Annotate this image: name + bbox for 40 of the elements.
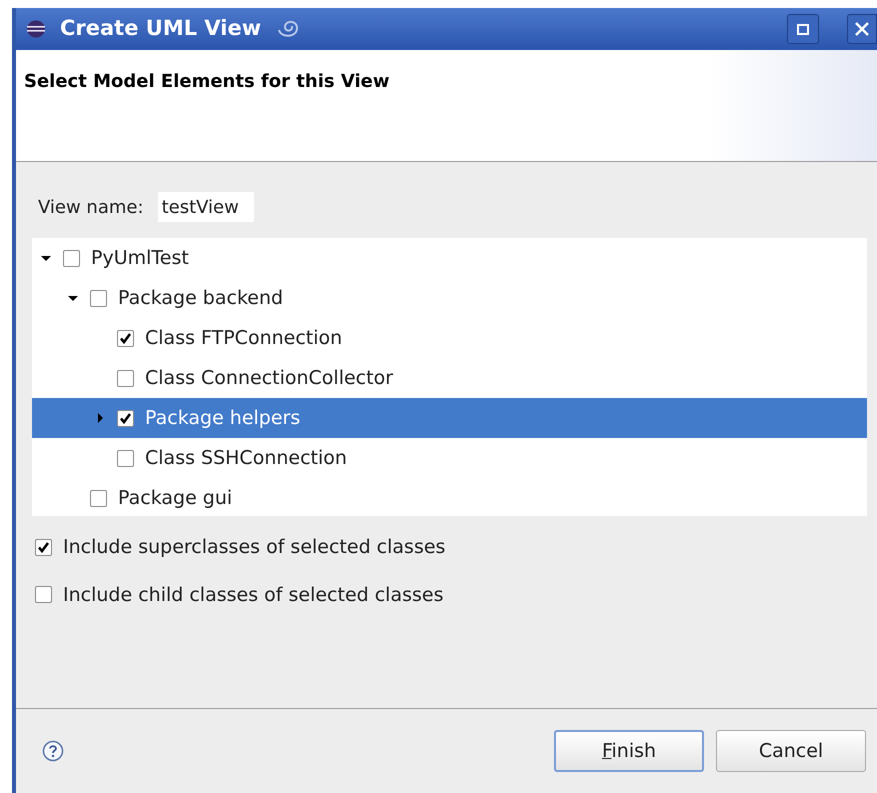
tree-row[interactable]: Package helpers — [32, 398, 867, 438]
help-icon[interactable] — [42, 740, 64, 762]
close-button[interactable] — [847, 14, 877, 44]
checkbox[interactable] — [90, 290, 107, 306]
tree-item-label: Package gui — [118, 486, 232, 511]
tree-item-label: Package helpers — [145, 406, 300, 431]
checkbox[interactable] — [117, 370, 134, 386]
checkbox[interactable] — [35, 586, 52, 604]
maximize-icon — [797, 24, 809, 34]
checkbox[interactable] — [35, 538, 52, 556]
tree-row[interactable]: Class SSHConnection — [32, 438, 867, 478]
expanded-arrow-icon[interactable] — [41, 253, 51, 263]
option-label: Include superclasses of selected classes — [63, 535, 446, 560]
collapsed-arrow-icon[interactable] — [95, 413, 105, 423]
header-title: Select Model Elements for this View — [24, 71, 390, 92]
finish-button[interactable]: Finish — [554, 730, 704, 772]
checkbox[interactable] — [90, 490, 107, 506]
tree-row[interactable]: Package backend — [32, 278, 867, 318]
view-name-label: View name: — [38, 196, 144, 220]
cancel-button[interactable]: Cancel — [716, 730, 866, 772]
checkbox[interactable] — [117, 330, 134, 346]
checkbox[interactable] — [63, 250, 80, 266]
close-icon — [855, 22, 869, 36]
globe-icon — [26, 20, 46, 38]
tree-row[interactable]: Package gui — [32, 478, 867, 518]
checkbox[interactable] — [117, 410, 134, 426]
option-label: Include child classes of selected classes — [63, 582, 444, 608]
checkbox[interactable] — [117, 450, 134, 466]
tree-row[interactable]: Class ConnectionCollector — [32, 358, 867, 398]
maximize-button[interactable] — [787, 14, 819, 44]
tree-row[interactable]: Class FTPConnection — [32, 318, 867, 358]
expanded-arrow-icon[interactable] — [68, 293, 78, 303]
tree-item-label: Package backend — [118, 286, 284, 311]
window-title: Create UML View — [60, 15, 262, 42]
tree-item-label: Class FTPConnection — [145, 326, 342, 351]
tree-item-label: PyUmlTest — [91, 246, 189, 271]
tree-item-label: Class ConnectionCollector — [145, 366, 394, 391]
tree-row[interactable]: PyUmlTest — [32, 238, 867, 278]
view-name-field[interactable]: testView — [158, 192, 254, 222]
tree-item-label: Class SSHConnection — [145, 446, 347, 471]
